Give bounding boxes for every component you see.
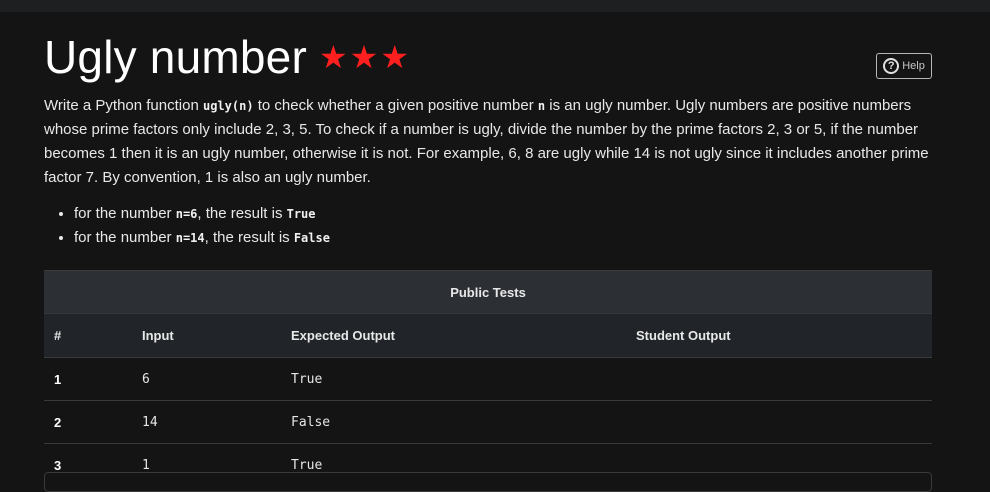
example-item: for the number n=14, the result is False bbox=[74, 226, 932, 250]
table-caption: Public Tests bbox=[44, 270, 932, 314]
difficulty-stars: ★★★ bbox=[318, 39, 412, 75]
example-result: False bbox=[293, 231, 330, 245]
row-expected: False bbox=[290, 400, 635, 444]
example-prefix: for the number bbox=[74, 205, 176, 222]
description-text-1: Write a Python function bbox=[44, 97, 203, 114]
row-input: 14 bbox=[141, 400, 290, 444]
table-row: 1 6 True bbox=[44, 357, 932, 401]
row-input: 6 bbox=[141, 357, 290, 401]
example-prefix: for the number bbox=[74, 229, 176, 246]
row-number: 2 bbox=[44, 400, 141, 444]
table-header-row: # Input Expected Output Student Output bbox=[44, 313, 932, 358]
problem-title: Ugly number bbox=[44, 31, 307, 83]
example-mid: , the result is bbox=[197, 205, 287, 222]
help-button[interactable]: ? Help bbox=[876, 53, 932, 79]
description-text-2: to check whether a given positive number bbox=[253, 97, 538, 114]
public-tests-table: Public Tests # Input Expected Output Stu… bbox=[44, 270, 932, 486]
function-signature: ugly(n) bbox=[202, 99, 254, 113]
column-header-num: # bbox=[44, 313, 141, 358]
row-student bbox=[635, 357, 932, 401]
column-header-input: Input bbox=[141, 313, 290, 358]
example-result: True bbox=[286, 207, 316, 221]
examples-list: for the number n=6, the result is True f… bbox=[44, 202, 932, 250]
help-label: Help bbox=[902, 60, 925, 72]
code-editor-panel[interactable] bbox=[44, 472, 932, 492]
row-student bbox=[635, 400, 932, 444]
problem-description: Write a Python function ugly(n) to check… bbox=[44, 94, 932, 190]
table-row: 2 14 False bbox=[44, 400, 932, 444]
example-input: n=6 bbox=[175, 207, 198, 221]
question-circle-icon: ? bbox=[883, 58, 900, 74]
example-mid: , the result is bbox=[204, 229, 294, 246]
title-row: Ugly number ★★★ bbox=[44, 24, 932, 90]
problem-page: Ugly number ★★★ ? Help Write a Python fu… bbox=[44, 24, 932, 486]
top-navbar bbox=[0, 0, 990, 12]
row-number: 1 bbox=[44, 357, 141, 401]
row-expected: True bbox=[290, 357, 635, 401]
column-header-expected: Expected Output bbox=[290, 313, 635, 358]
example-item: for the number n=6, the result is True bbox=[74, 202, 932, 226]
column-header-student: Student Output bbox=[635, 313, 932, 358]
example-input: n=14 bbox=[175, 231, 205, 245]
